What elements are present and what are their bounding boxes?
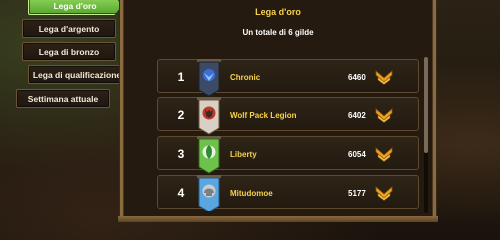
tab-current-week[interactable]: Settimana attuale — [16, 89, 110, 108]
tab-label: Lega di qualificazione — [32, 69, 122, 80]
guild-row[interactable]: 1 Chronic 6460 — [157, 59, 419, 97]
gold-rank-chevron-icon — [375, 70, 393, 85]
guild-name: Wolf Pack Legion — [230, 110, 297, 120]
league-panel: Lega d'oro Un totale di 6 gilde 1 Chroni… — [120, 0, 436, 220]
tab-label: Settimana attuale — [27, 93, 99, 104]
guild-banner-icon — [197, 97, 221, 135]
guild-ranking-list[interactable]: 1 Chronic 6460 2 Wolf Pack Legion 6402 3… — [157, 59, 419, 211]
panel-title: Lega d'oro — [255, 7, 301, 17]
bird-emblem-icon — [203, 69, 215, 81]
tab-qualification-league[interactable]: Lega di qualificazione — [28, 65, 126, 84]
tab-label: Lega di bronzo — [38, 46, 100, 57]
guild-score: 6402 — [348, 110, 366, 120]
wolf-emblem-icon — [202, 106, 216, 120]
gold-rank-chevron-icon — [375, 108, 393, 123]
scrollbar-track[interactable] — [424, 57, 428, 213]
tab-label: Lega d'oro — [53, 0, 97, 11]
guild-banner-icon — [197, 59, 221, 97]
panel-frame-bottom — [118, 216, 438, 222]
guild-count-text: Un totale di 6 gilde — [242, 28, 314, 37]
rank-number: 2 — [177, 108, 185, 122]
guild-name: Liberty — [230, 149, 257, 159]
guild-row[interactable]: 3 Liberty 6054 — [157, 136, 419, 174]
guild-score: 6054 — [348, 149, 366, 159]
tab-gold-league[interactable]: Lega d'oro — [28, 0, 122, 15]
tab-label: Lega d'argento — [38, 23, 100, 34]
gold-rank-chevron-icon — [375, 147, 393, 162]
rank-number: 4 — [177, 186, 185, 200]
guild-row[interactable]: 4 Mitudomoe 5177 — [157, 175, 419, 211]
guild-score: 6460 — [348, 72, 366, 82]
scrollbar-thumb[interactable] — [424, 57, 428, 153]
guild-score: 5177 — [348, 188, 366, 198]
guild-banner-icon — [197, 175, 221, 211]
gold-rank-chevron-icon — [375, 186, 393, 201]
tab-bronze-league[interactable]: Lega di bronzo — [22, 42, 116, 61]
tab-silver-league[interactable]: Lega d'argento — [22, 19, 116, 38]
guild-name: Mitudomoe — [230, 188, 273, 198]
rank-number: 1 — [177, 70, 185, 84]
guild-name: Chronic — [230, 72, 261, 82]
rank-number: 3 — [177, 147, 185, 161]
guild-row[interactable]: 2 Wolf Pack Legion 6402 — [157, 97, 419, 135]
guild-banner-icon — [197, 136, 221, 174]
helmet-emblem-icon — [202, 184, 216, 198]
